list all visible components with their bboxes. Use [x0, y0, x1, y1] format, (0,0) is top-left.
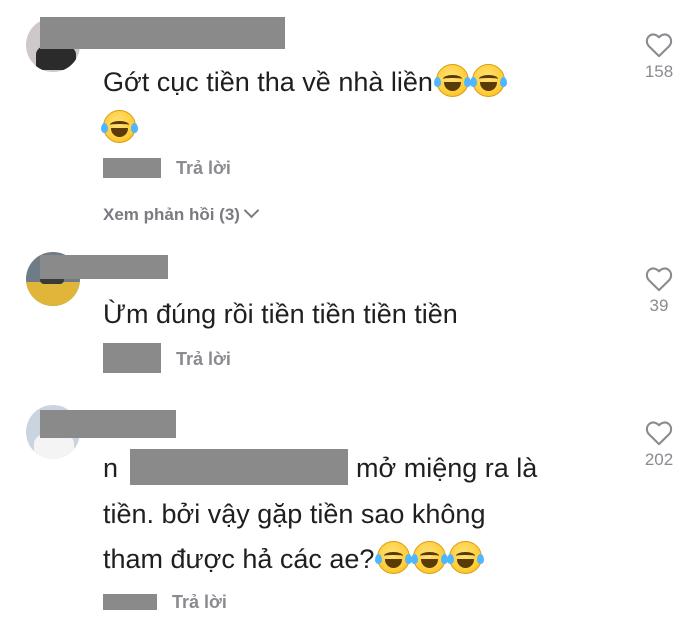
- view-replies-label: Xem phản hồi (3): [103, 205, 240, 224]
- timestamp-redaction: [103, 594, 157, 610]
- heart-outline-icon[interactable]: [645, 266, 673, 292]
- like-group: 158: [628, 32, 690, 82]
- comment-text: Ừm đúng rồi tiền tiền tiền tiền: [103, 292, 458, 337]
- like-count: 158: [644, 62, 674, 81]
- username-redaction: [40, 410, 176, 438]
- like-group: 202: [628, 420, 690, 470]
- laughing-tears-emoji: [447, 541, 485, 574]
- laughing-tears-emoji: [469, 64, 507, 97]
- comment-body: n: [103, 453, 119, 483]
- reply-button[interactable]: Trả lời: [176, 349, 231, 369]
- comment-body: tham được hả các ae?: [103, 544, 375, 574]
- timestamp-redaction: [103, 343, 161, 373]
- reply-button[interactable]: Trả lời: [172, 592, 227, 612]
- comment-emoji-line: [101, 110, 138, 143]
- heart-outline-icon[interactable]: [645, 32, 673, 58]
- timestamp-redaction: [103, 158, 161, 178]
- chevron-down-icon: [243, 202, 260, 219]
- username-redaction: [40, 255, 168, 279]
- like-group: 39: [628, 266, 690, 316]
- laughing-tears-emoji: [375, 541, 413, 574]
- comment-meta: Trả lời: [103, 158, 231, 179]
- laughing-tears-emoji: [433, 64, 471, 97]
- comment-body: Gớt cục tiền tha về nhà liền: [103, 67, 433, 97]
- username-redaction: [40, 17, 285, 49]
- laughing-tears-emoji: [411, 541, 449, 574]
- text-redaction: [130, 449, 349, 485]
- heart-outline-icon[interactable]: [645, 420, 673, 446]
- like-count: 202: [644, 450, 674, 469]
- comment-meta: Trả lời: [103, 592, 227, 613]
- comment-body: Ừm đúng rồi tiền tiền tiền tiền: [103, 299, 458, 329]
- comment-body: mở miệng ra là: [356, 453, 538, 483]
- comment-text: Gớt cục tiền tha về nhà liền: [103, 60, 507, 105]
- comment-text-line-3: tham được hả các ae?: [103, 537, 485, 582]
- view-replies-button[interactable]: Xem phản hồi (3): [103, 202, 260, 225]
- comment-text-line-1: n mở miệng ra là: [103, 446, 537, 491]
- comment-text-line-2: tiền. bởi vậy gặp tiền sao không: [103, 492, 485, 537]
- comment-meta: Trả lời: [103, 343, 231, 373]
- laughing-tears-emoji: [101, 110, 138, 143]
- like-count: 39: [649, 296, 669, 315]
- comment-body: tiền. bởi vậy gặp tiền sao không: [103, 499, 486, 529]
- reply-button[interactable]: Trả lời: [176, 158, 231, 178]
